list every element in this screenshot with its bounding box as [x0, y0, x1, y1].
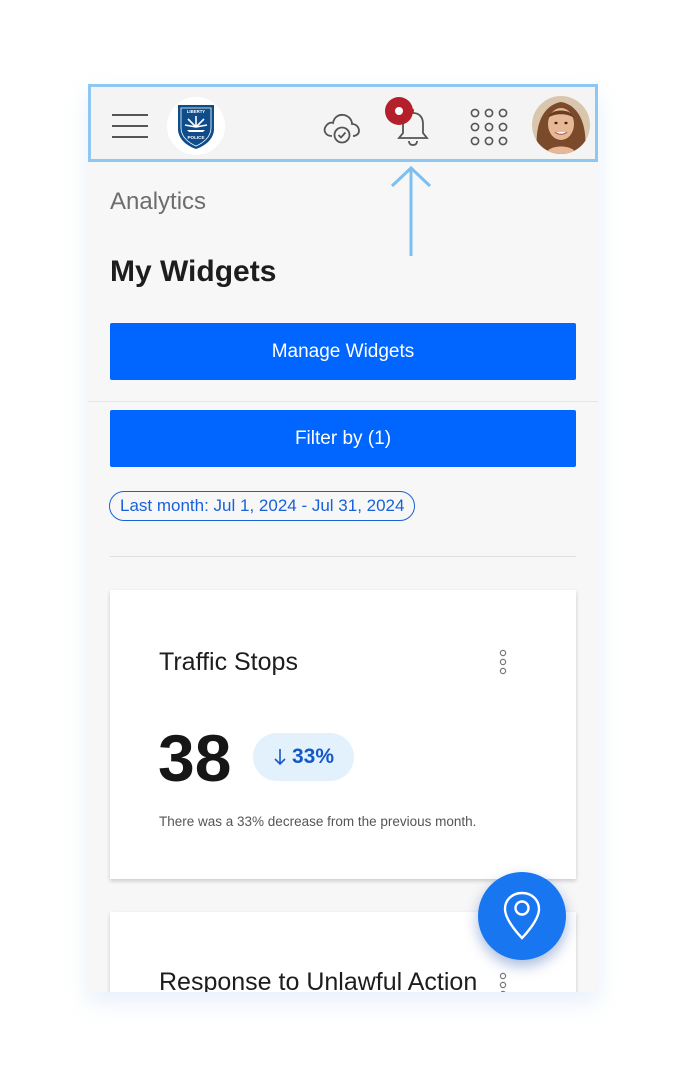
widget-description: There was a 33% decrease from the previo…	[159, 814, 477, 829]
hamburger-menu-icon[interactable]	[112, 113, 150, 139]
trend-percent: 33%	[291, 745, 335, 768]
filter-by-button[interactable]: Filter by (1)	[110, 410, 576, 467]
svg-text:POLICE: POLICE	[187, 135, 204, 140]
date-range-chip[interactable]: Last month: Jul 1, 2024 - Jul 31, 2024	[109, 491, 416, 521]
notification-badge	[385, 97, 413, 125]
police-badge-icon: LIBERTY POLICE	[178, 105, 214, 149]
breadcrumb[interactable]: Analytics	[110, 188, 206, 216]
trend-badge: 33%	[253, 733, 354, 781]
widget-card-traffic-stops[interactable]: Traffic Stops 38 33% There was a 33% dec…	[110, 590, 576, 879]
annotation-arrow-icon	[390, 166, 432, 256]
cloud-check-icon[interactable]	[321, 109, 361, 145]
divider	[110, 556, 576, 557]
app-screen: LIBERTY POLICE Analytics My Widgets Mana…	[88, 84, 598, 992]
svg-text:LIBERTY: LIBERTY	[187, 109, 206, 114]
map-fab-button[interactable]	[478, 872, 566, 960]
more-options-icon[interactable]	[499, 649, 507, 675]
manage-widgets-button[interactable]: Manage Widgets	[110, 323, 576, 380]
top-app-bar: LIBERTY POLICE	[88, 84, 598, 162]
agency-logo[interactable]: LIBERTY POLICE	[167, 97, 225, 155]
widget-title: Response to Unlawful Action	[159, 968, 478, 992]
user-avatar[interactable]	[532, 96, 590, 154]
widget-value: 38	[158, 721, 232, 795]
divider	[88, 401, 598, 402]
more-options-icon[interactable]	[499, 972, 507, 992]
page-title: My Widgets	[110, 255, 277, 288]
widget-title: Traffic Stops	[159, 648, 298, 676]
map-pin-icon	[503, 891, 541, 940]
arrow-down-icon	[274, 749, 286, 766]
grid-apps-icon[interactable]	[469, 108, 509, 146]
